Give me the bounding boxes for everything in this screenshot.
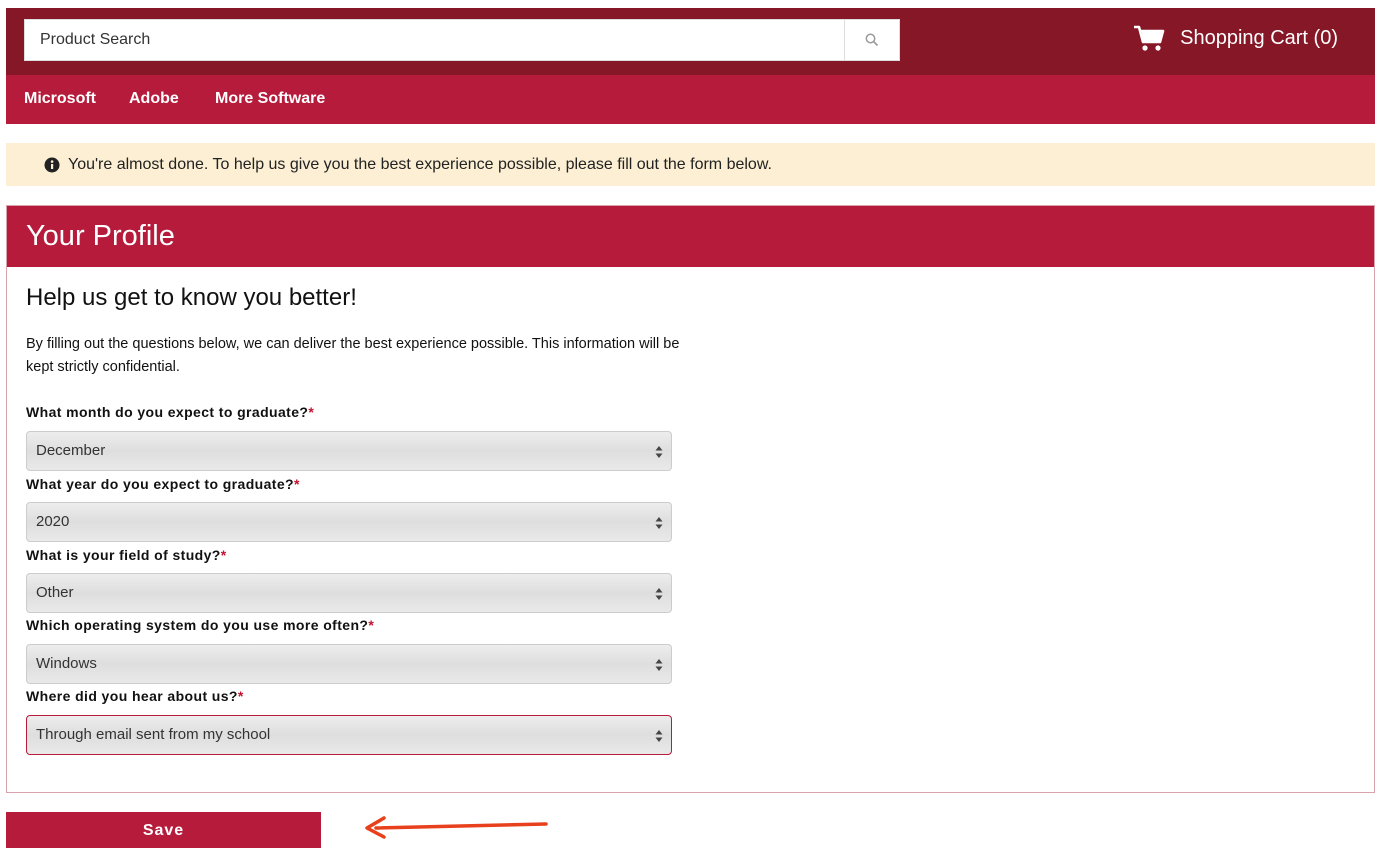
form-subheading: Help us get to know you better! (26, 284, 357, 311)
field-of-study-select[interactable]: Other (26, 573, 672, 613)
search-icon (865, 33, 879, 47)
cart-icon (1134, 25, 1165, 51)
select-arrows-icon (655, 730, 663, 742)
question-label-graduation-year: What year do you expect to graduate?* (26, 476, 300, 492)
question-label-operating-system: Which operating system do you use more o… (26, 617, 375, 633)
select-arrows-icon (655, 446, 663, 458)
nav-item-adobe[interactable]: Adobe (129, 75, 179, 124)
save-button[interactable]: Save (6, 812, 321, 848)
select-value: Through email sent from my school (36, 726, 271, 743)
profile-panel: Your Profile Help us get to know you bet… (6, 205, 1375, 793)
select-value: Other (36, 584, 74, 601)
main-nav: Microsoft Adobe More Software (6, 75, 1375, 124)
search-button[interactable] (844, 20, 899, 60)
required-mark: * (308, 404, 315, 420)
shopping-cart-link[interactable]: Shopping Cart (0) (1133, 24, 1338, 52)
operating-system-select[interactable]: Windows (26, 644, 672, 684)
cart-label: Shopping Cart (0) (1180, 26, 1338, 49)
select-arrows-icon (655, 588, 663, 600)
required-mark: * (368, 617, 375, 633)
referral-source-select[interactable]: Through email sent from my school (26, 715, 672, 755)
select-value: Windows (36, 655, 97, 672)
panel-title: Your Profile (7, 206, 1374, 267)
select-value: December (36, 442, 106, 459)
question-label-referral-source: Where did you hear about us?* (26, 688, 244, 704)
required-mark: * (294, 476, 300, 492)
select-arrows-icon (655, 659, 663, 671)
select-arrows-icon (655, 517, 663, 529)
graduation-month-select[interactable]: December (26, 431, 672, 471)
search-box (24, 19, 900, 61)
top-header: Shopping Cart (0) (6, 8, 1375, 75)
search-input[interactable] (25, 20, 845, 60)
question-label-field-of-study: What is your field of study?* (26, 547, 227, 563)
nav-item-microsoft[interactable]: Microsoft (24, 75, 96, 124)
info-notice: You're almost done. To help us give you … (6, 143, 1375, 186)
required-mark: * (220, 547, 227, 563)
info-icon (44, 157, 60, 172)
form-intro-text: By filling out the questions below, we c… (26, 336, 680, 375)
graduation-year-select[interactable]: 2020 (26, 502, 672, 542)
question-label-graduation-month: What month do you expect to graduate?* (26, 404, 315, 420)
required-mark: * (237, 688, 244, 704)
nav-item-more-software[interactable]: More Software (215, 75, 325, 124)
notice-text: You're almost done. To help us give you … (68, 155, 772, 173)
select-value: 2020 (36, 513, 70, 530)
annotation-arrow-icon (365, 816, 548, 839)
